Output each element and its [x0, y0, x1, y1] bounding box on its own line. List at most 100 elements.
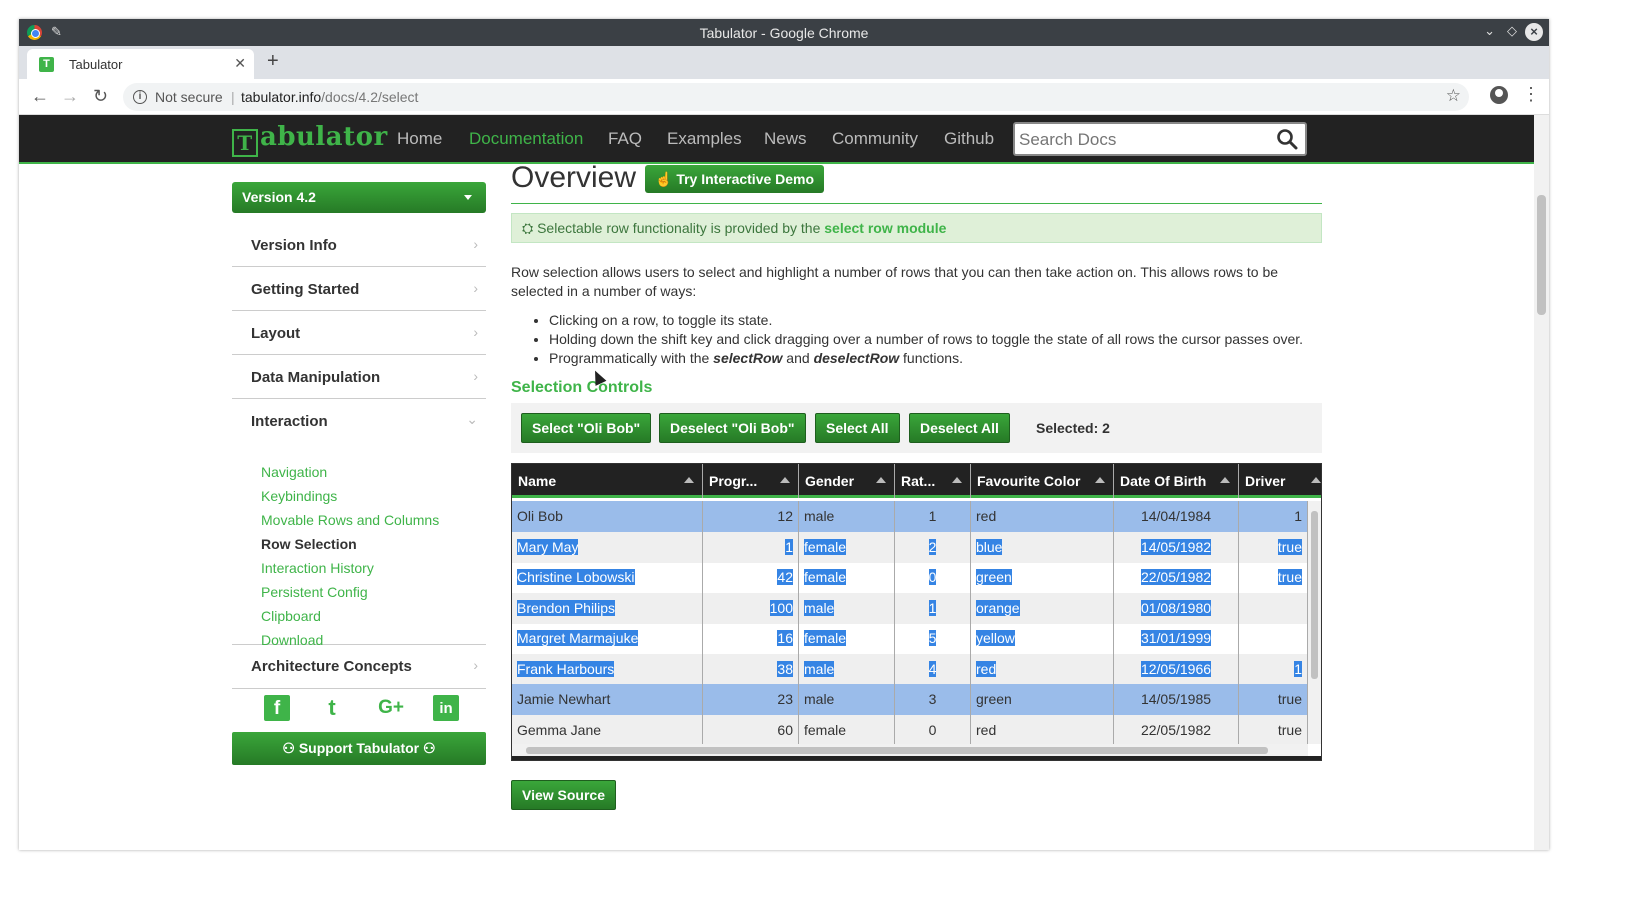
scroll-thumb[interactable] — [1311, 511, 1318, 679]
sidebar-section-version-info[interactable]: Version Info › — [232, 223, 486, 267]
table-cell-progress[interactable]: 100 — [703, 592, 799, 624]
table-cell-progress[interactable]: 16 — [703, 623, 799, 654]
nav-home[interactable]: Home — [397, 129, 442, 149]
table-row[interactable]: Mary May 1 female 2 blue 14/05/1982 true — [512, 531, 1308, 563]
search-input[interactable] — [1019, 129, 1269, 151]
column-header-progress[interactable]: Progr... — [703, 464, 799, 498]
table-cell-progress[interactable]: 1 — [703, 531, 799, 563]
table-cell-color[interactable]: green — [971, 684, 1114, 715]
select-oli-bob-button[interactable]: Select "Oli Bob" — [521, 413, 652, 443]
column-header-date-of-birth[interactable]: Date Of Birth — [1114, 464, 1239, 498]
twitter-icon[interactable]: t — [319, 695, 345, 721]
new-tab-icon[interactable]: + — [267, 50, 279, 73]
column-header-name[interactable]: Name — [512, 464, 703, 498]
column-header-favourite-color[interactable]: Favourite Color — [971, 464, 1114, 498]
table-cell-dob[interactable]: 14/04/1984 — [1114, 501, 1239, 532]
tab-close-icon[interactable]: ✕ — [234, 55, 246, 72]
minimize-icon[interactable]: ⌄ — [1484, 23, 1495, 39]
table-cell-color[interactable]: yellow — [971, 623, 1114, 654]
table-cell-dob[interactable]: 14/05/1985 — [1114, 684, 1239, 715]
sidebar-item-keybindings[interactable]: Keybindings — [261, 488, 337, 504]
table-cell-name[interactable]: Frank Harbours — [512, 653, 703, 685]
maximize-icon[interactable]: ◇ — [1507, 23, 1517, 39]
support-tabulator-button[interactable]: ⚇ Support Tabulator ⚇ — [232, 732, 486, 765]
table-cell-dob[interactable]: 14/05/1982 — [1114, 531, 1239, 563]
select-row-module-link[interactable]: select row module — [824, 220, 946, 236]
select-all-button[interactable]: Select All — [815, 413, 900, 443]
nav-community[interactable]: Community — [832, 129, 918, 149]
view-source-button[interactable]: View Source — [511, 780, 617, 810]
version-dropdown[interactable]: Version 4.2 — [232, 182, 486, 213]
back-icon[interactable]: ← — [31, 86, 49, 107]
table-cell-rating[interactable]: 0 — [895, 714, 971, 744]
sidebar-item-navigation[interactable]: Navigation — [261, 464, 327, 480]
table-row[interactable]: Jamie Newhart 23 male 3 green 14/05/1985 true — [512, 684, 1308, 715]
sidebar-section-data-manipulation[interactable]: Data Manipulation › — [232, 355, 486, 399]
account-icon[interactable] — [1490, 86, 1508, 104]
table-cell-driver[interactable]: true — [1239, 714, 1308, 744]
table-cell-driver[interactable] — [1239, 623, 1308, 654]
column-header-rating[interactable]: Rat... — [895, 464, 971, 498]
table-row[interactable]: Oli Bob 12 male 1 red 14/04/1984 1 — [512, 501, 1308, 532]
nav-examples[interactable]: Examples — [667, 129, 742, 149]
scroll-thumb[interactable] — [1537, 195, 1546, 315]
nav-faq[interactable]: FAQ — [608, 129, 642, 149]
table-cell-driver[interactable]: 1 — [1239, 653, 1308, 685]
chrome-menu-icon[interactable]: ⋮ — [1522, 84, 1540, 105]
address-bar[interactable]: i Not secure | tabulator.info/docs/4.2/s… — [123, 83, 1469, 111]
table-cell-color[interactable]: red — [971, 653, 1114, 685]
facebook-icon[interactable]: f — [264, 695, 290, 721]
sidebar-item-clipboard[interactable]: Clipboard — [261, 608, 321, 624]
table-cell-progress[interactable]: 60 — [703, 714, 799, 744]
table-cell-gender[interactable]: male — [799, 684, 895, 715]
nav-news[interactable]: News — [764, 129, 807, 149]
table-cell-rating[interactable]: 0 — [895, 562, 971, 593]
sidebar-section-layout[interactable]: Layout › — [232, 311, 486, 355]
table-cell-driver[interactable]: 1 — [1239, 501, 1308, 532]
table-cell-name[interactable]: Christine Lobowski — [512, 562, 703, 593]
table-cell-name[interactable]: Brendon Philips — [512, 592, 703, 624]
sidebar-item-persistent-config[interactable]: Persistent Config — [261, 584, 368, 600]
table-cell-driver[interactable]: true — [1239, 531, 1308, 563]
search-icon[interactable] — [1275, 127, 1299, 151]
page-scrollbar[interactable] — [1534, 115, 1549, 850]
table-cell-dob[interactable]: 01/08/1980 — [1114, 592, 1239, 624]
sidebar-item-movable-rows[interactable]: Movable Rows and Columns — [261, 512, 439, 528]
table-cell-driver[interactable]: true — [1239, 562, 1308, 593]
table-cell-rating[interactable]: 5 — [895, 623, 971, 654]
table-cell-gender[interactable]: male — [799, 653, 895, 685]
column-header-gender[interactable]: Gender — [799, 464, 895, 498]
table-cell-progress[interactable]: 12 — [703, 501, 799, 532]
table-cell-progress[interactable]: 38 — [703, 653, 799, 685]
table-row[interactable]: Gemma Jane 60 female 0 red 22/05/1982 true — [512, 714, 1308, 744]
sidebar-section-getting-started[interactable]: Getting Started › — [232, 267, 486, 311]
table-row[interactable]: Christine Lobowski 42 female 0 green 22/05/19… — [512, 562, 1308, 593]
table-cell-color[interactable]: orange — [971, 592, 1114, 624]
forward-icon[interactable]: → — [61, 86, 79, 107]
sidebar-item-interaction-history[interactable]: Interaction History — [261, 560, 374, 576]
table-cell-dob[interactable]: 12/05/1966 — [1114, 653, 1239, 685]
table-cell-name[interactable]: Oli Bob — [512, 501, 703, 532]
table-cell-rating[interactable]: 1 — [895, 592, 971, 624]
scroll-thumb[interactable] — [526, 747, 1268, 754]
table-cell-gender[interactable]: female — [799, 562, 895, 593]
try-demo-button[interactable]: ☝ Try Interactive Demo — [645, 165, 825, 193]
linkedin-icon[interactable]: in — [433, 695, 459, 721]
table-cell-color[interactable]: red — [971, 714, 1114, 744]
table-cell-rating[interactable]: 2 — [895, 531, 971, 563]
reload-icon[interactable]: ↻ — [93, 86, 108, 107]
info-icon[interactable]: i — [133, 90, 147, 104]
table-cell-progress[interactable]: 23 — [703, 684, 799, 715]
table-cell-rating[interactable]: 4 — [895, 653, 971, 685]
deselect-all-button[interactable]: Deselect All — [909, 413, 1010, 443]
table-cell-driver[interactable] — [1239, 592, 1308, 624]
close-window-icon[interactable]: × — [1525, 23, 1543, 41]
table-row[interactable]: Frank Harbours 38 male 4 red 12/05/1966 1 — [512, 653, 1308, 685]
table-cell-dob[interactable]: 22/05/1982 — [1114, 562, 1239, 593]
table-vertical-scrollbar[interactable] — [1308, 501, 1321, 744]
bookmark-star-icon[interactable]: ☆ — [1446, 86, 1461, 106]
table-cell-color[interactable]: blue — [971, 531, 1114, 563]
column-header-driver[interactable]: Driver — [1239, 464, 1321, 498]
table-cell-driver[interactable]: true — [1239, 684, 1308, 715]
sidebar-item-row-selection[interactable]: Row Selection — [261, 536, 357, 552]
